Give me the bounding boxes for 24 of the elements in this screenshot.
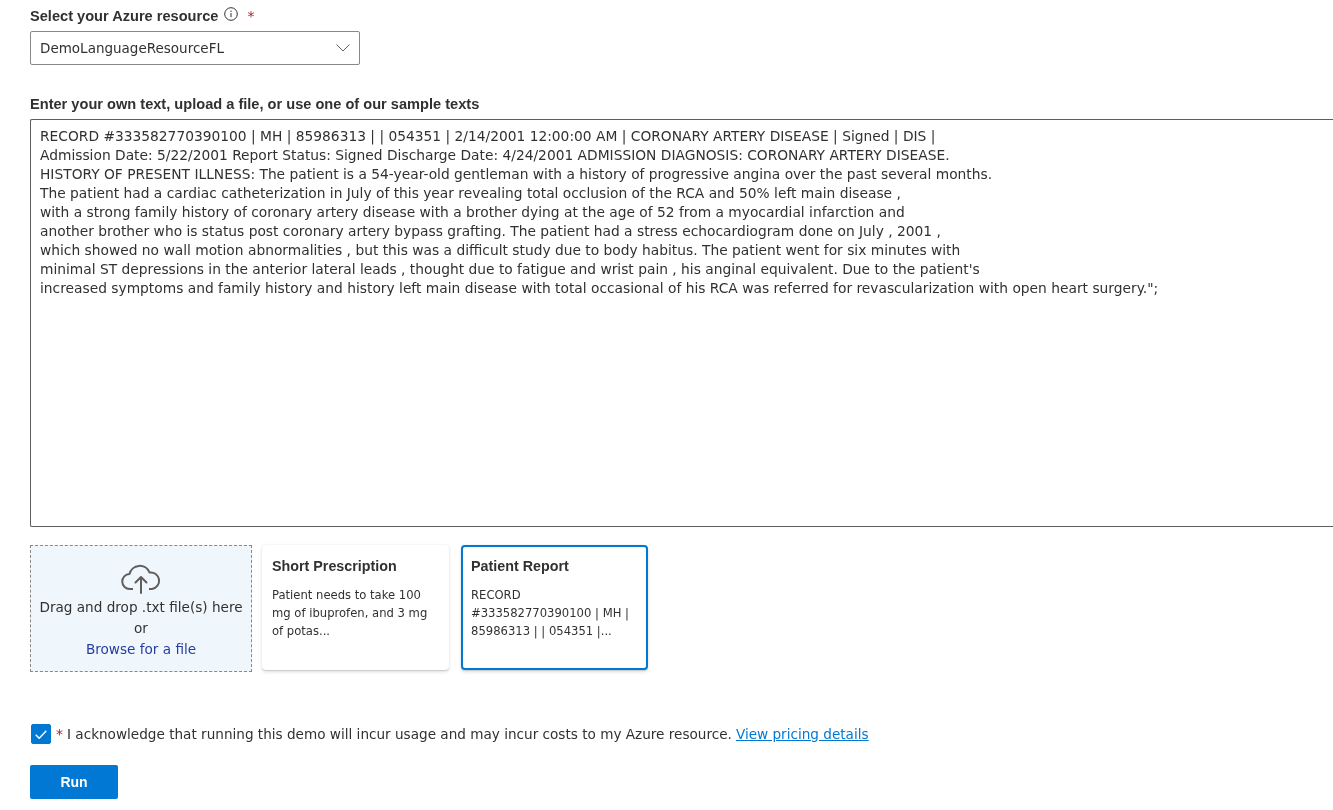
cloud-upload-icon bbox=[121, 564, 161, 594]
or-text: or bbox=[134, 619, 148, 638]
card-preview-text: Patient needs to take 100 mg of ibuprofen, and 3 mg of potas... bbox=[272, 587, 429, 640]
text-input-area[interactable]: RECORD #333582770390100 | MH | 85986313 | | 054351 | 2/14/2001 12:00:00 AM | CORONARY ARTERY DISEASE | Signed | DIS | Admission Date: 5/22/2001 Report Status: Signed Discharge Date: 4/24/2001 ADMISSION DIAGNOSIS: CORONARY ARTERY DISEASE. HISTORY OF PRESENT ILLNESS: The patient is a 54-year-old gentleman with a history of progressive angina over the past several months. The patient had a cardiac catheterization in July of this year revealing total occlusion of the RCA and 50% left main disease , with a strong family history of coronary artery disease with a brother dying at the age of 52 from a myocardial infarction and another brother who is status post coronary artery bypass grafting. The patient had a stress echocardiogram done on July , 2001 , which showed no wall motion abnormalities , but this was a difficult study due to body habitus. The patient went for six minutes with minimal ST depressions in the anterior lateral leads , thought due to fatigue and wrist pain , his anginal equivalent. Due to the patient's increased symptoms and family history and history left main disease with total occasional of his RCA was referred for revascularization with open heart surgery."; bbox=[30, 119, 1333, 527]
checkmark-icon bbox=[35, 729, 47, 739]
required-mark: * bbox=[247, 7, 255, 26]
info-icon[interactable] bbox=[224, 7, 239, 21]
pricing-details-link[interactable]: View pricing details bbox=[735, 726, 869, 742]
card-title: Short Prescription bbox=[272, 557, 397, 576]
card-title: Patient Report bbox=[471, 557, 569, 576]
resource-dropdown[interactable]: DemoLanguageResourceFL bbox=[30, 31, 360, 65]
file-drop-zone[interactable]: Drag and drop .txt file(s) here or Browse for a file bbox=[30, 545, 252, 672]
text-input-label: Enter your own text, upload a file, or use one of our sample texts bbox=[30, 95, 480, 114]
required-mark: * bbox=[56, 725, 63, 744]
resource-label: Select your Azure resource bbox=[30, 7, 219, 26]
sample-text-card[interactable]: Short Prescription Patient needs to take 100 mg of ibuprofen, and 3 mg of potas... bbox=[262, 545, 449, 670]
browse-file-link[interactable]: Browse for a file bbox=[85, 639, 197, 659]
sample-text-card[interactable]: Patient Report RECORD #333582770390100 | MH | 85986313 | | 054351 |... bbox=[461, 545, 648, 670]
card-preview-text: RECORD #333582770390100 | MH | 85986313 | | 054351 |... bbox=[471, 587, 630, 640]
acknowledge-text: I acknowledge that running this demo will incur usage and may incur costs to my Azure resource. bbox=[67, 726, 732, 742]
drop-hint-text: Drag and drop .txt file(s) here bbox=[39, 598, 243, 617]
run-button[interactable]: Run bbox=[30, 765, 118, 799]
chevron-down-icon bbox=[336, 44, 350, 52]
acknowledge-checkbox[interactable] bbox=[31, 724, 51, 744]
